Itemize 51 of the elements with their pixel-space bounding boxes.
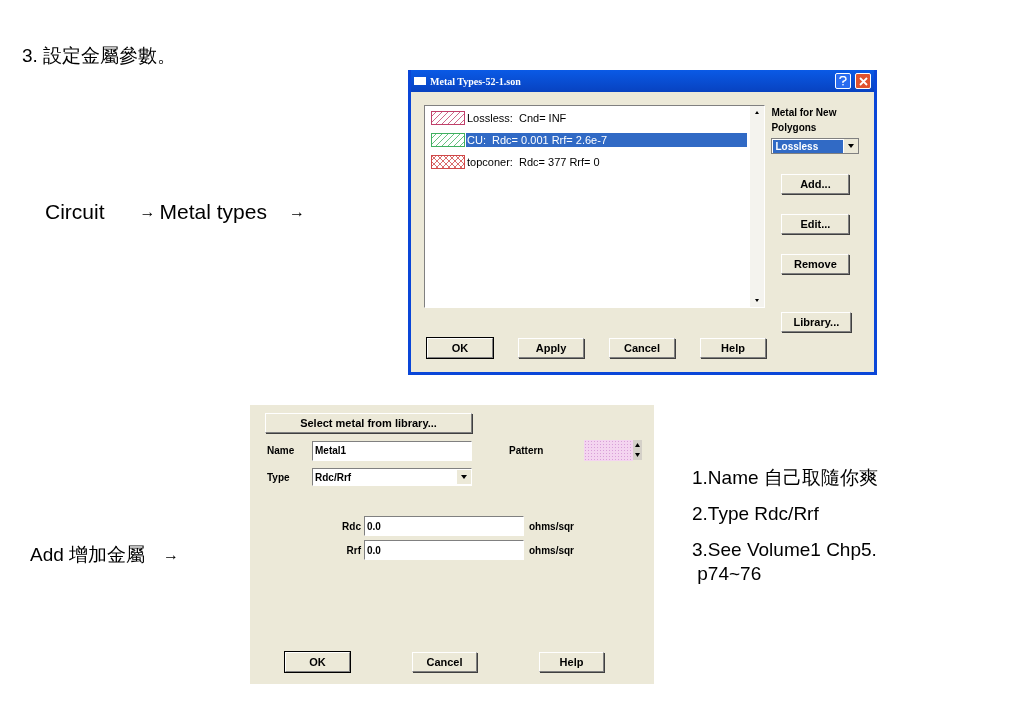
close-button[interactable] [855, 73, 871, 89]
dialog-button[interactable]: OK [285, 652, 350, 672]
menu-path-text: Circuit [45, 199, 105, 225]
note-text: 3.See Volume1 Chp5. p74~76 [692, 538, 878, 586]
dialog-button[interactable]: Cancel [609, 338, 675, 358]
field-label: Type [267, 470, 291, 485]
pattern-spinner[interactable] [633, 440, 643, 461]
name-input[interactable]: Metal1 [312, 440, 472, 461]
metal-dropdown[interactable]: Lossless [771, 138, 860, 154]
note-text: 1.Name 自己取隨你爽 [692, 466, 878, 490]
value-input[interactable]: 0.0 [364, 516, 524, 536]
window-title: Metal Types-52-1.son [430, 74, 522, 89]
slide-heading: 3. 設定金屬參數。 [22, 44, 177, 68]
unit-label: ohms/sqr [529, 519, 574, 534]
dialog-button[interactable]: Add... [781, 174, 850, 194]
dialog-button[interactable]: Remove [781, 254, 850, 274]
field-label: Name [267, 444, 296, 458]
scrollbar[interactable] [750, 106, 765, 307]
arrow-text: → [288, 201, 305, 222]
dialog-button[interactable]: Edit... [781, 214, 850, 234]
arrow-text: → [163, 545, 180, 566]
type-dropdown[interactable]: Rdc/Rrf [312, 468, 472, 486]
unit-label: ohms/sqr [529, 543, 574, 558]
dialog-button[interactable]: Help [700, 338, 766, 358]
spin-up-icon [633, 440, 643, 450]
value-input[interactable]: 0.0 [364, 540, 524, 560]
caret-icon [844, 139, 859, 153]
dialog-button[interactable]: OK [427, 338, 493, 358]
step-label: Add 增加金屬 [30, 543, 146, 567]
dialog-button[interactable]: Apply [518, 338, 584, 358]
spin-down-icon [633, 450, 643, 460]
library-button[interactable]: Select metal from library... [265, 413, 472, 433]
close-icon [858, 76, 868, 86]
metal-list-item[interactable]: Lossless: Cnd= INF [466, 111, 748, 125]
dialog-button[interactable]: Help [539, 652, 604, 672]
dialog-button[interactable]: Cancel [412, 652, 477, 672]
question-icon [839, 76, 847, 86]
window-icon [414, 77, 426, 85]
caret-icon [457, 470, 471, 484]
note-text: 2.Type Rdc/Rrf [692, 502, 820, 526]
library-button[interactable]: Library... [781, 312, 852, 332]
metal-list-item[interactable]: topconer: Rdc= 377 Rrf= 0 [466, 155, 748, 169]
help-button[interactable] [835, 73, 851, 89]
field-label: Rrf [345, 543, 362, 558]
metal-list-item[interactable]: CU: Rdc= 0.001 Rrf= 2.6e-7 [466, 133, 748, 147]
pattern-swatch-icon [584, 440, 634, 461]
menu-path-text: Metal types [159, 199, 267, 225]
field-label: Metal for New Polygons [771, 106, 838, 135]
field-label: Pattern [509, 444, 544, 458]
arrow-text: → [139, 201, 156, 222]
field-label: Rdc [341, 519, 362, 534]
